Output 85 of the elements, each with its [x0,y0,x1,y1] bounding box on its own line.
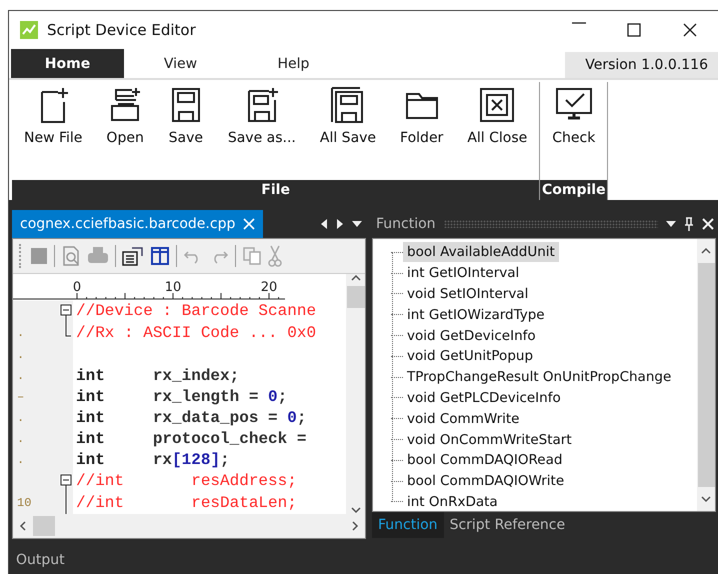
scrollbar-thumb[interactable] [346,286,364,308]
menu-tab[interactable]: Home [11,49,124,78]
function-item[interactable]: bool CommDAQIOWrite [403,471,568,492]
ribbon-button[interactable]: All Close [455,86,540,146]
function-item[interactable]: TPropChangeResult OnUnitPropChange [403,367,676,388]
scroll-up-icon [701,247,711,255]
ribbon-button[interactable]: Check [540,86,608,146]
ruler: 0 10 20 [13,274,285,300]
vertical-scrollbar[interactable] [697,239,715,511]
code-line: //int resDataLen; [75,494,297,512]
version-label: Version 1.0.0.116 [565,52,718,78]
panel-title: Function [376,216,436,232]
function-item[interactable]: int GetIOInterval [403,263,524,284]
window-title: Script Device Editor [47,21,196,39]
vertical-scrollbar[interactable] [346,274,365,514]
scroll-up-icon [350,274,360,282]
ribbon-button[interactable]: All Save [308,86,388,146]
columns-icon [150,246,170,266]
line-number: . [17,368,24,382]
ribbon-button[interactable]: Save [156,86,216,146]
code-line: int rx_length = 0; [75,388,288,406]
code-line: int protocol_check = [75,430,306,448]
document-tray-icon [108,86,142,124]
menu-tab[interactable]: View [124,49,237,78]
function-item[interactable]: int OnRxData [403,492,502,512]
output-panel-title: Output [15,552,66,570]
scroll-left-icon [19,521,27,531]
scrollbar-thumb[interactable] [33,516,55,536]
ribbon-button[interactable]: Folder [388,86,456,146]
pin-icon [684,217,694,231]
stop-icon [30,247,48,265]
function-item[interactable]: void GetUnitPopup [403,346,538,366]
copy-icon [242,246,262,266]
file-tab[interactable]: cognex.cciefbasic.barcode.cpp [12,210,264,238]
line-number: – [17,390,24,404]
group-label: File [12,180,540,200]
properties-icon [122,246,144,266]
panel-grip[interactable] [444,220,658,228]
close-box-icon [479,86,516,124]
code-line: //Rx : ASCII Code ... 0x0 [75,324,316,342]
scrollbar-thumb[interactable] [698,263,714,487]
function-item[interactable]: void SetIOInterval [403,284,532,304]
ribbon-button[interactable]: Save as... [216,86,308,146]
line-number: . [17,410,24,424]
line-number: . [17,432,24,446]
scroll-down-icon [701,495,711,503]
horizontal-scrollbar[interactable] [13,514,365,538]
function-item[interactable]: bool CommDAQIORead [403,450,566,470]
code-line: int rx[128]; [75,450,230,468]
function-item[interactable]: int GetIOWizardType [403,304,549,325]
left-arrow-icon [320,219,328,229]
code-line: int rx_index; [75,366,240,384]
code-line: int rx_data_pos = 0; [75,408,306,426]
line-number: . [17,326,24,340]
scroll-right-icon [351,521,359,531]
stacked-floppy-icon [330,86,366,124]
line-number: 10 [17,496,32,510]
printer-icon [87,246,109,266]
code-line: //Device : Barcode Scanne [75,302,316,320]
panel-tab[interactable]: Function [372,512,444,538]
menu-tab[interactable]: Help [237,49,350,78]
line-number: . [17,452,24,466]
panel-tab[interactable]: Script Reference [444,512,572,538]
ribbon-button[interactable]: New File [12,86,94,146]
minimize-icon [572,22,586,24]
right-arrow-icon [336,219,344,229]
function-item[interactable]: void CommWrite [403,408,524,429]
dropdown-icon [666,220,676,228]
app-logo-icon [19,20,39,40]
ribbon-button[interactable]: Open [94,86,156,146]
function-item[interactable]: bool AvailableAddUnit [403,242,559,262]
group-label: Compile [540,180,608,200]
print-preview-icon [61,246,81,266]
close-icon [682,22,698,38]
code-line: //int resAddress; [75,472,297,490]
function-item[interactable]: void OnCommWriteStart [403,430,576,450]
close-icon [243,218,256,230]
dropdown-icon [352,220,362,228]
maximize-icon [626,22,642,38]
line-number: . [17,348,24,362]
function-item[interactable]: void GetPLCDeviceInfo [403,388,565,408]
scissors-icon [268,245,282,267]
function-item[interactable]: void GetDeviceInfo [403,326,540,346]
scroll-down-icon [350,506,360,514]
close-icon [702,218,714,230]
